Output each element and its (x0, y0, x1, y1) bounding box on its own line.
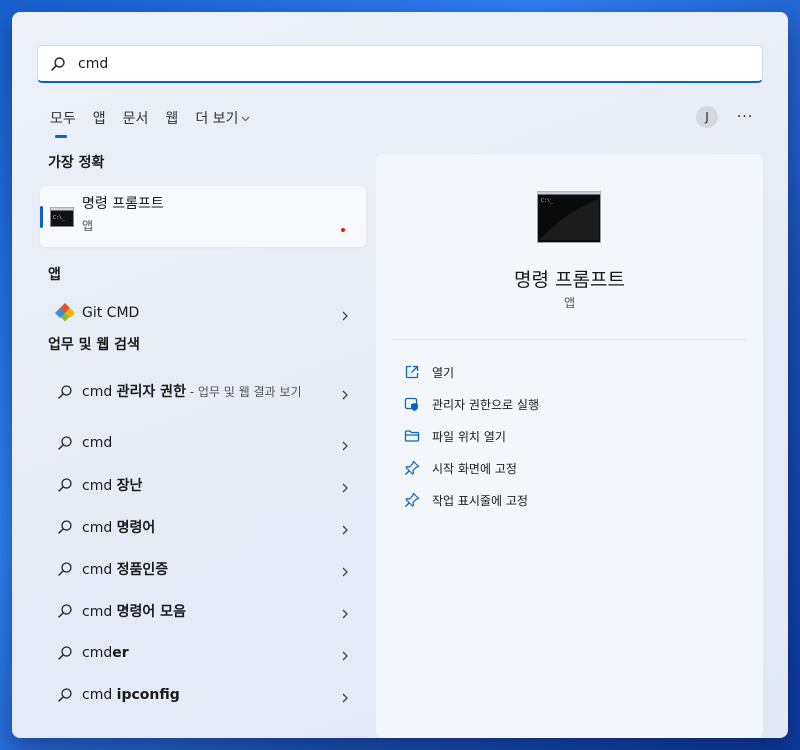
account-avatar[interactable]: J (696, 106, 718, 128)
open-external-icon (402, 364, 422, 380)
tab-apps[interactable]: 앱 (93, 108, 106, 140)
action-open-file-location[interactable]: 파일 위치 열기 (402, 420, 539, 452)
chevron-right-icon (342, 436, 348, 455)
chevron-right-icon (342, 646, 348, 665)
web-result-item[interactable]: cmd 정품인증 (40, 548, 366, 590)
start-search-panel: 모두 앱 문서 웹 더 보기 J ··· 가장 정확 C:\_ 명령 프롬프트 … (12, 12, 788, 738)
web-result-item[interactable]: cmd (40, 422, 366, 464)
web-result-label: cmd ipconfig (82, 687, 180, 703)
detail-title: 명령 프롬프트 (514, 269, 625, 291)
chevron-right-icon (342, 306, 348, 325)
pin-icon (402, 492, 422, 508)
git-icon (53, 303, 77, 323)
svg-text:C:\_: C:\_ (53, 215, 66, 221)
chevron-right-icon (342, 385, 348, 404)
filter-tabs: 모두 앱 문서 웹 더 보기 (50, 108, 267, 140)
search-icon (53, 687, 77, 703)
command-prompt-icon: C:\_ (50, 206, 74, 227)
web-results: cmd 관리자 권한 - 업무 및 웹 결과 보기 cmd cmd 장난 cmd 명령… (40, 362, 366, 716)
web-result-label: cmd 정품인증 (82, 562, 169, 578)
command-prompt-large-icon: C:\_ (537, 191, 601, 243)
search-icon (38, 56, 78, 72)
selection-indicator (40, 206, 43, 228)
best-match-title: 명령 프롬프트 (82, 196, 164, 212)
search-icon (53, 561, 77, 577)
web-result-item[interactable]: cmd ipconfig (40, 674, 366, 716)
search-box[interactable] (37, 45, 763, 83)
apps-heading: 앱 (48, 267, 61, 283)
action-open[interactable]: 열기 (402, 356, 539, 388)
search-icon (53, 519, 77, 535)
chevron-right-icon (342, 688, 348, 707)
run-as-admin-icon (402, 396, 422, 412)
web-result-label: cmd 명령어 (82, 520, 156, 536)
search-input[interactable] (78, 46, 762, 81)
action-pin-to-start[interactable]: 시작 화면에 고정 (402, 452, 539, 484)
web-result-label: cmd 관리자 권한 - 업무 및 웹 결과 보기 (82, 383, 302, 400)
search-icon (53, 435, 77, 451)
chevron-right-icon (342, 604, 348, 623)
chevron-right-icon (342, 520, 348, 539)
web-result-label: cmd 장난 (82, 478, 143, 494)
chevron-down-icon (241, 110, 250, 126)
web-search-heading: 업무 및 웹 검색 (48, 337, 140, 353)
web-result-item[interactable]: cmder (40, 632, 366, 674)
action-run-as-admin[interactable]: 관리자 권한으로 실행 (402, 388, 539, 420)
divider (392, 339, 747, 340)
web-result-label: cmd (82, 435, 113, 451)
web-result-label: cmder (82, 645, 129, 661)
search-icon (53, 477, 77, 493)
search-icon (53, 645, 77, 661)
more-options-button[interactable]: ··· (734, 106, 756, 128)
chevron-right-icon (342, 478, 348, 497)
chevron-right-icon (342, 562, 348, 581)
svg-text:C:\_: C:\_ (541, 198, 554, 204)
search-icon (53, 603, 77, 619)
tab-more[interactable]: 더 보기 (195, 108, 250, 140)
best-match-heading: 가장 정확 (48, 155, 105, 171)
action-pin-to-taskbar[interactable]: 작업 표시줄에 고정 (402, 484, 539, 516)
best-match-item[interactable]: C:\_ 명령 프롬프트 앱 (40, 186, 366, 247)
web-result-label: cmd 명령어 모음 (82, 604, 186, 620)
web-result-item[interactable]: cmd 명령어 모음 (40, 590, 366, 632)
results-list: 가장 정확 C:\_ 명령 프롬프트 앱 앱 Git CMD 업무 및 웹 검색… (40, 152, 366, 716)
web-result-item[interactable]: cmd 관리자 권한 - 업무 및 웹 결과 보기 (40, 362, 366, 422)
app-item-git-cmd[interactable]: Git CMD (40, 292, 366, 334)
search-icon (53, 384, 77, 400)
tab-documents[interactable]: 문서 (123, 108, 149, 140)
tab-all[interactable]: 모두 (50, 108, 76, 140)
notification-dot (341, 228, 345, 232)
detail-pane: C:\_ 명령 프롬프트 앱 열기 관리자 권한으로 실행 파일 위치 열기 시… (376, 154, 763, 738)
folder-icon (402, 428, 422, 444)
web-result-item[interactable]: cmd 명령어 (40, 506, 366, 548)
web-result-item[interactable]: cmd 장난 (40, 464, 366, 506)
best-match-subtitle: 앱 (82, 219, 94, 233)
action-list: 열기 관리자 권한으로 실행 파일 위치 열기 시작 화면에 고정 작업 표시줄… (402, 356, 539, 516)
detail-subtitle: 앱 (563, 296, 576, 310)
pin-icon (402, 460, 422, 476)
tab-web[interactable]: 웹 (165, 108, 178, 140)
